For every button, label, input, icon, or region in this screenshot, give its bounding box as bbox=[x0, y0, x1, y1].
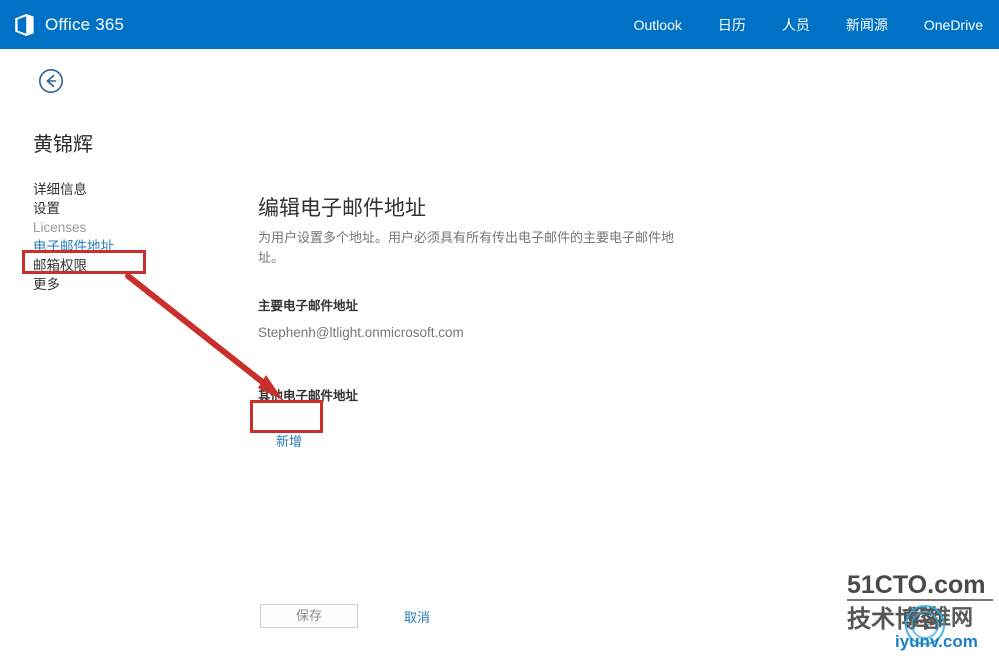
sidebar-item-settings[interactable]: 设置 bbox=[33, 199, 193, 218]
sidebar-item-mailbox-permissions[interactable]: 邮箱权限 bbox=[33, 256, 193, 275]
page-description: 为用户设置多个地址。用户必须具有所有传出电子邮件的主要电子邮件地址。 bbox=[258, 230, 675, 265]
sidebar-item-email-addresses[interactable]: 电子邮件地址 bbox=[33, 237, 193, 256]
sidebar-item-licenses[interactable]: Licenses bbox=[33, 218, 193, 237]
watermark-line3: 运维网 bbox=[907, 605, 973, 630]
save-button[interactable]: 保存 bbox=[260, 604, 358, 628]
cancel-button[interactable]: 取消 bbox=[404, 607, 430, 626]
nav-item-outlook[interactable]: Outlook bbox=[634, 17, 682, 33]
nav-item-calendar[interactable]: 日历 bbox=[718, 15, 746, 35]
watermark-line1: 51CTO.com bbox=[847, 571, 985, 599]
primary-email-section: 主要电子邮件地址 Stephenh@ltlight.onmicrosoft.co… bbox=[258, 298, 698, 342]
add-email-wrapper: 新增 bbox=[258, 424, 320, 457]
page-title-user-name: 黄锦辉 bbox=[33, 134, 93, 156]
sidebar-item-details[interactable]: 详细信息 bbox=[33, 180, 193, 199]
primary-email-value: Stephenh@ltlight.onmicrosoft.com bbox=[258, 325, 464, 340]
sidebar-item-more[interactable]: 更多 bbox=[33, 275, 193, 294]
brand[interactable]: Office 365 bbox=[14, 0, 124, 49]
watermark-line2: 技术博客 bbox=[847, 605, 944, 633]
form-actions: 保存 取消 bbox=[260, 604, 430, 628]
nav-item-onedrive[interactable]: OneDrive bbox=[924, 17, 983, 33]
watermark: 51CTO.com 技术博客 运维网 iyunv.com bbox=[847, 571, 993, 651]
main-pane: 编辑电子邮件地址 为用户设置多个地址。用户必须具有所有传出电子邮件的主要电子邮件… bbox=[258, 196, 698, 457]
office-logo-icon bbox=[15, 13, 34, 36]
back-arrow-circle-icon[interactable] bbox=[38, 68, 64, 94]
suite-nav: Outlook 日历 人员 新闻源 OneDrive bbox=[598, 0, 983, 49]
nav-item-people[interactable]: 人员 bbox=[782, 15, 810, 35]
nav-item-newsfeed[interactable]: 新闻源 bbox=[846, 15, 888, 35]
sidebar: 详细信息 设置 Licenses 电子邮件地址 邮箱权限 更多 bbox=[33, 180, 193, 294]
secondary-email-section: 其他电子邮件地址 新增 bbox=[258, 388, 698, 457]
watermark-line4: iyunv.com bbox=[895, 632, 978, 651]
suite-bar: Office 365 Outlook 日历 人员 新闻源 OneDrive bbox=[0, 0, 999, 49]
primary-email-label: 主要电子邮件地址 bbox=[258, 299, 359, 313]
secondary-email-label: 其他电子邮件地址 bbox=[258, 389, 359, 403]
brand-text: Office 365 bbox=[45, 14, 125, 34]
page-title: 编辑电子邮件地址 bbox=[258, 197, 426, 220]
add-email-button[interactable]: 新增 bbox=[258, 424, 320, 457]
